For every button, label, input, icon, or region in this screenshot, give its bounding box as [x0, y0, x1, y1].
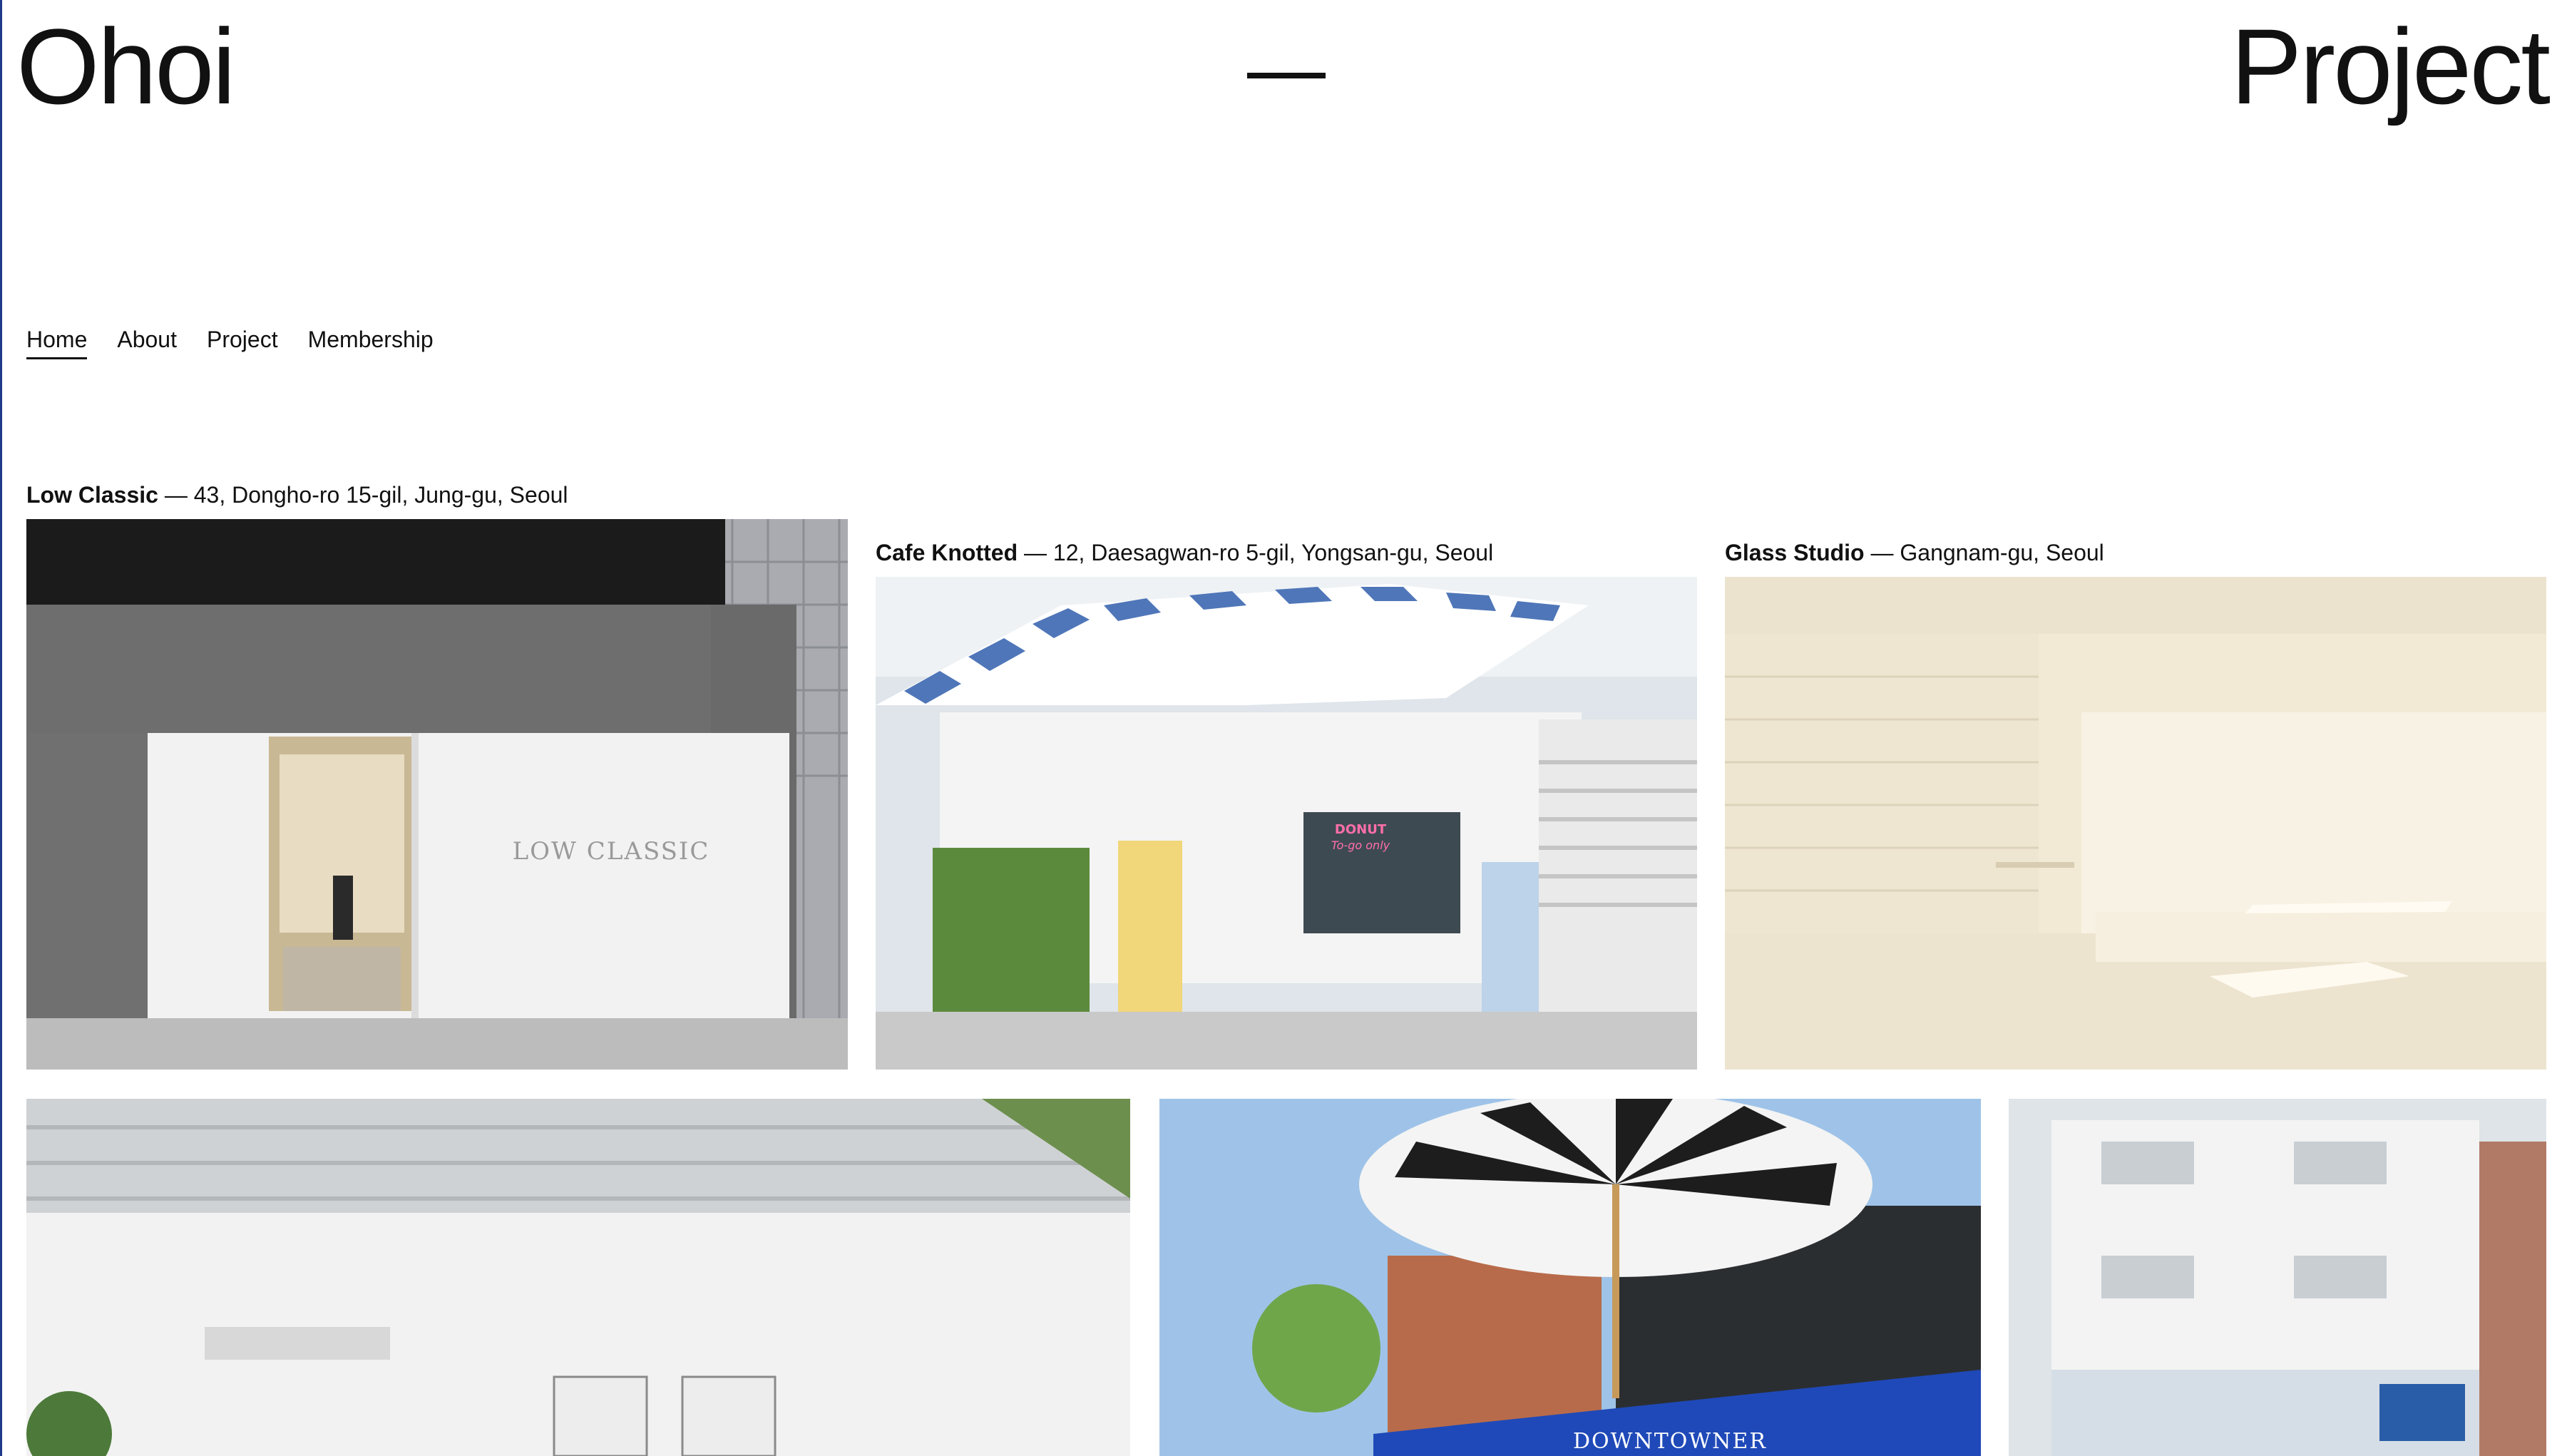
nav-item-home[interactable]: Home — [26, 327, 88, 359]
photo-sign-text-2: To-go only — [1331, 839, 1390, 852]
nav-item-membership[interactable]: Membership — [308, 327, 434, 359]
project-photo-cafe-knotted[interactable]: DONUT To-go only — [876, 577, 1697, 1070]
street-photo: DOWNTOWNER — [1159, 1099, 1981, 1456]
interior-photo — [26, 1099, 1130, 1456]
nav-item-about[interactable]: About — [117, 327, 177, 359]
header-separator — [1247, 73, 1326, 78]
project-name: Glass Studio — [1725, 540, 1865, 565]
project-name: Cafe Knotted — [876, 540, 1018, 565]
page: Ohoi Project Home About Project Membersh… — [0, 0, 2567, 1456]
studio-photo — [1725, 577, 2546, 1070]
project-address: — Gangnam-gu, Seoul — [1864, 540, 2104, 565]
project-photo-6[interactable] — [2009, 1099, 2546, 1456]
project-address: — 12, Daesagwan-ro 5-gil, Yongsan-gu, Se… — [1018, 540, 1494, 565]
nav-item-project[interactable]: Project — [207, 327, 278, 359]
building-photo — [2009, 1099, 2546, 1456]
project-address: — 43, Dongho-ro 15-gil, Jung-gu, Seoul — [158, 482, 568, 508]
main-nav: Home About Project Membership — [26, 327, 434, 359]
brand-logo[interactable]: Ohoi — [16, 13, 236, 120]
page-title: Project — [2230, 6, 2551, 126]
project-photo-low-classic[interactable]: LOW CLASSIC — [26, 519, 848, 1070]
project-caption-low-classic[interactable]: Low Classic — 43, Dongho-ro 15-gil, Jung… — [26, 482, 568, 508]
project-photo-glass-studio[interactable] — [1725, 577, 2546, 1070]
storefront-photo: DONUT To-go only — [876, 577, 1697, 1070]
project-caption-cafe-knotted[interactable]: Cafe Knotted — 12, Daesagwan-ro 5-gil, Y… — [876, 540, 1493, 566]
project-name: Low Classic — [26, 482, 158, 508]
project-photo-5[interactable]: DOWNTOWNER — [1159, 1099, 1981, 1456]
project-photo-4[interactable] — [26, 1099, 1130, 1456]
photo-sign-text: DONUT — [1335, 822, 1387, 837]
photo-sign-text: DOWNTOWNER — [1573, 1429, 1767, 1454]
photo-sign-text: LOW CLASSIC — [513, 837, 710, 866]
storefront-photo: LOW CLASSIC — [26, 519, 848, 1070]
project-caption-glass-studio[interactable]: Glass Studio — Gangnam-gu, Seoul — [1725, 540, 2104, 566]
